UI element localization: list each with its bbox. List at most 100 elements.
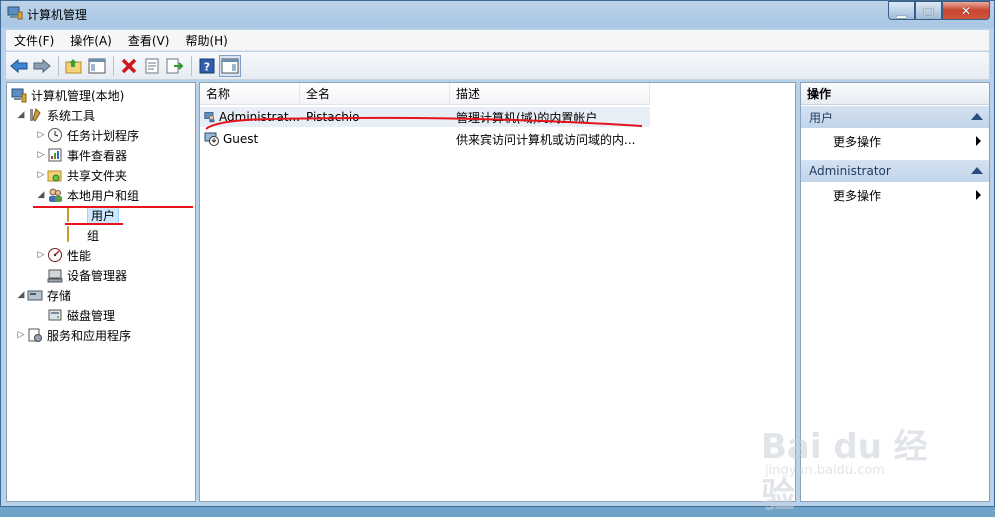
properties-button[interactable] <box>141 55 163 77</box>
window-title: 计算机管理 <box>27 8 88 22</box>
submenu-arrow-icon <box>976 136 981 146</box>
tree-label: 本地用户和组 <box>67 188 140 203</box>
up-level-button[interactable] <box>63 55 85 77</box>
show-hide-action-pane-icon <box>221 58 239 73</box>
tree-item-users[interactable]: 用户 <box>67 205 120 225</box>
menu-item-label: 更多操作 <box>833 134 882 149</box>
show-hide-tree-button[interactable] <box>86 55 108 77</box>
help-icon: ? <box>199 58 215 73</box>
actions-section-administrator[interactable]: Administrator <box>801 160 989 182</box>
tree-item-task-scheduler[interactable]: ▷ 任务计划程序 <box>35 125 139 145</box>
tree-label: 设备管理器 <box>67 268 128 283</box>
maximize-button[interactable]: □ <box>915 1 942 20</box>
tree-item-performance[interactable]: ▷ 性能 <box>35 245 91 265</box>
minimize-button[interactable]: ▁ <box>888 1 915 20</box>
actions-title: 操作 <box>801 83 989 105</box>
collapse-icon[interactable] <box>971 167 983 174</box>
collapse-icon[interactable] <box>971 113 983 120</box>
performance-icon <box>47 247 63 263</box>
menu-bar: 文件(F) 操作(A) 查看(V) 帮助(H) <box>6 30 989 51</box>
tree-label: 系统工具 <box>47 108 96 123</box>
tree-item-root[interactable]: 计算机管理(本地) <box>11 85 124 105</box>
maximize-icon: □ <box>922 3 935 18</box>
title-bar[interactable]: 计算机管理 ▁ □ ✕ <box>1 1 994 27</box>
close-icon: ✕ <box>960 3 972 18</box>
clock-icon <box>47 127 63 143</box>
properties-icon <box>145 58 159 73</box>
actions-section-users[interactable]: 用户 <box>801 106 989 128</box>
tree-label: 事件查看器 <box>67 148 128 163</box>
expanded-arrow-icon[interactable]: ◢ <box>35 190 47 200</box>
menu-view[interactable]: 查看(V) <box>120 32 178 49</box>
menu-file[interactable]: 文件(F) <box>6 32 62 49</box>
tree-item-system-tools[interactable]: ◢ 系统工具 <box>15 105 95 125</box>
tree-item-services-apps[interactable]: ▷ 服务和应用程序 <box>15 325 131 345</box>
disk-management-icon <box>47 307 63 323</box>
forward-button[interactable] <box>31 55 53 77</box>
menu-action[interactable]: 操作(A) <box>62 32 120 49</box>
tree-label: 存储 <box>47 288 72 303</box>
back-button[interactable] <box>8 55 30 77</box>
watermark-url: jingyan.baidu.com <box>765 463 885 478</box>
expanded-arrow-icon[interactable]: ◢ <box>15 290 27 300</box>
menu-help[interactable]: 帮助(H) <box>177 32 235 49</box>
back-icon <box>10 58 28 73</box>
baidu-watermark: Bai du 经验 jingyan.baidu.com <box>761 401 961 516</box>
forward-icon <box>33 58 51 73</box>
toolbar-separator <box>113 55 114 76</box>
tree-label: 任务计划程序 <box>67 128 140 143</box>
submenu-arrow-icon <box>976 190 981 200</box>
section-label: 用户 <box>809 110 834 125</box>
tree-label: 服务和应用程序 <box>47 328 132 343</box>
collapsed-arrow-icon[interactable]: ▷ <box>35 170 47 180</box>
tree-label: 共享文件夹 <box>67 168 128 183</box>
tree-item-event-viewer[interactable]: ▷ 事件查看器 <box>35 145 127 165</box>
annotation-underline <box>65 223 123 225</box>
collapsed-arrow-icon[interactable]: ▷ <box>35 130 47 140</box>
services-apps-icon <box>27 327 43 343</box>
folder-icon <box>67 226 83 243</box>
storage-icon <box>27 287 43 303</box>
export-icon <box>166 58 184 73</box>
console-tree: 计算机管理(本地) ◢ 系统工具 ▷ 任务计划程序 ▷ 事件查看器 ▷ 共享文件… <box>6 82 196 502</box>
computer-management-icon <box>11 87 27 103</box>
collapsed-arrow-icon[interactable]: ▷ <box>15 330 27 340</box>
tree-item-storage[interactable]: ◢ 存储 <box>15 285 71 305</box>
tree-item-disk-management[interactable]: 磁盘管理 <box>47 305 115 325</box>
tree-item-shared-folders[interactable]: ▷ 共享文件夹 <box>35 165 127 185</box>
annotation-stroke <box>205 116 643 130</box>
users-groups-icon <box>47 187 63 203</box>
tree-label: 性能 <box>67 248 92 263</box>
toolbar: ? <box>6 52 989 80</box>
toolbar-separator <box>191 55 192 76</box>
system-tools-icon <box>27 107 43 123</box>
tree-label: 组 <box>87 228 100 243</box>
tree-label: 计算机管理(本地) <box>31 88 125 103</box>
show-hide-action-pane-button[interactable] <box>219 54 241 77</box>
export-list-button[interactable] <box>164 55 186 77</box>
more-actions-users[interactable]: 更多操作 <box>801 130 989 152</box>
device-manager-icon <box>47 267 63 283</box>
tree-label: 磁盘管理 <box>67 308 116 323</box>
minimize-icon: ▁ <box>896 3 907 18</box>
tree-label: 用户 <box>87 205 120 225</box>
up-folder-icon <box>65 58 82 73</box>
folder-icon <box>67 206 83 223</box>
toolbar-separator <box>58 55 59 76</box>
show-hide-tree-icon <box>88 58 106 73</box>
annotation-underline <box>33 206 193 208</box>
collapsed-arrow-icon[interactable]: ▷ <box>35 250 47 260</box>
more-actions-administrator[interactable]: 更多操作 <box>801 184 989 206</box>
event-viewer-icon <box>47 147 63 163</box>
section-label: Administrator <box>809 164 891 178</box>
tree-item-device-manager[interactable]: 设备管理器 <box>47 265 127 285</box>
expanded-arrow-icon[interactable]: ◢ <box>15 110 27 120</box>
delete-button[interactable] <box>118 55 140 77</box>
help-button[interactable]: ? <box>196 55 218 77</box>
collapsed-arrow-icon[interactable]: ▷ <box>35 150 47 160</box>
tree-item-groups[interactable]: 组 <box>67 225 99 245</box>
close-button[interactable]: ✕ <box>942 1 990 20</box>
tree-item-local-users-groups[interactable]: ◢ 本地用户和组 <box>35 185 139 205</box>
menu-item-label: 更多操作 <box>833 188 882 203</box>
svg-text:?: ? <box>204 60 210 73</box>
